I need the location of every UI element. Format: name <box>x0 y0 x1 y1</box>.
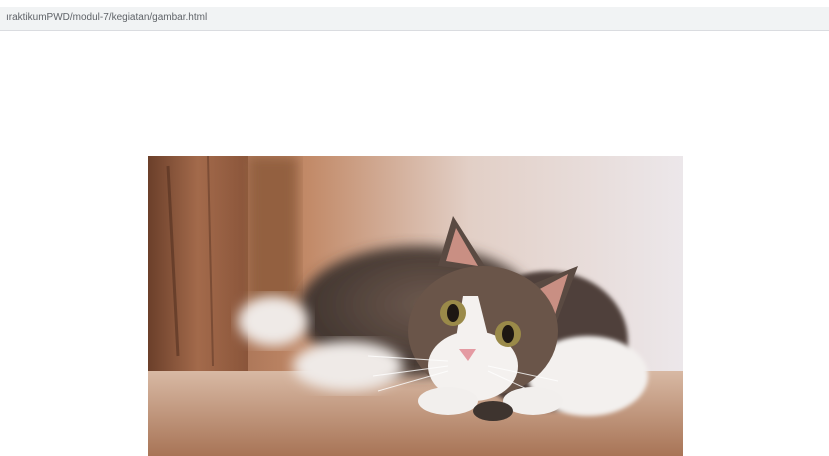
address-bar[interactable]: ıraktikumPWD/modul-7/kegiatan/gambar.htm… <box>0 7 829 31</box>
cat-image <box>148 156 683 456</box>
url-text[interactable]: ıraktikumPWD/modul-7/kegiatan/gambar.htm… <box>6 12 207 23</box>
